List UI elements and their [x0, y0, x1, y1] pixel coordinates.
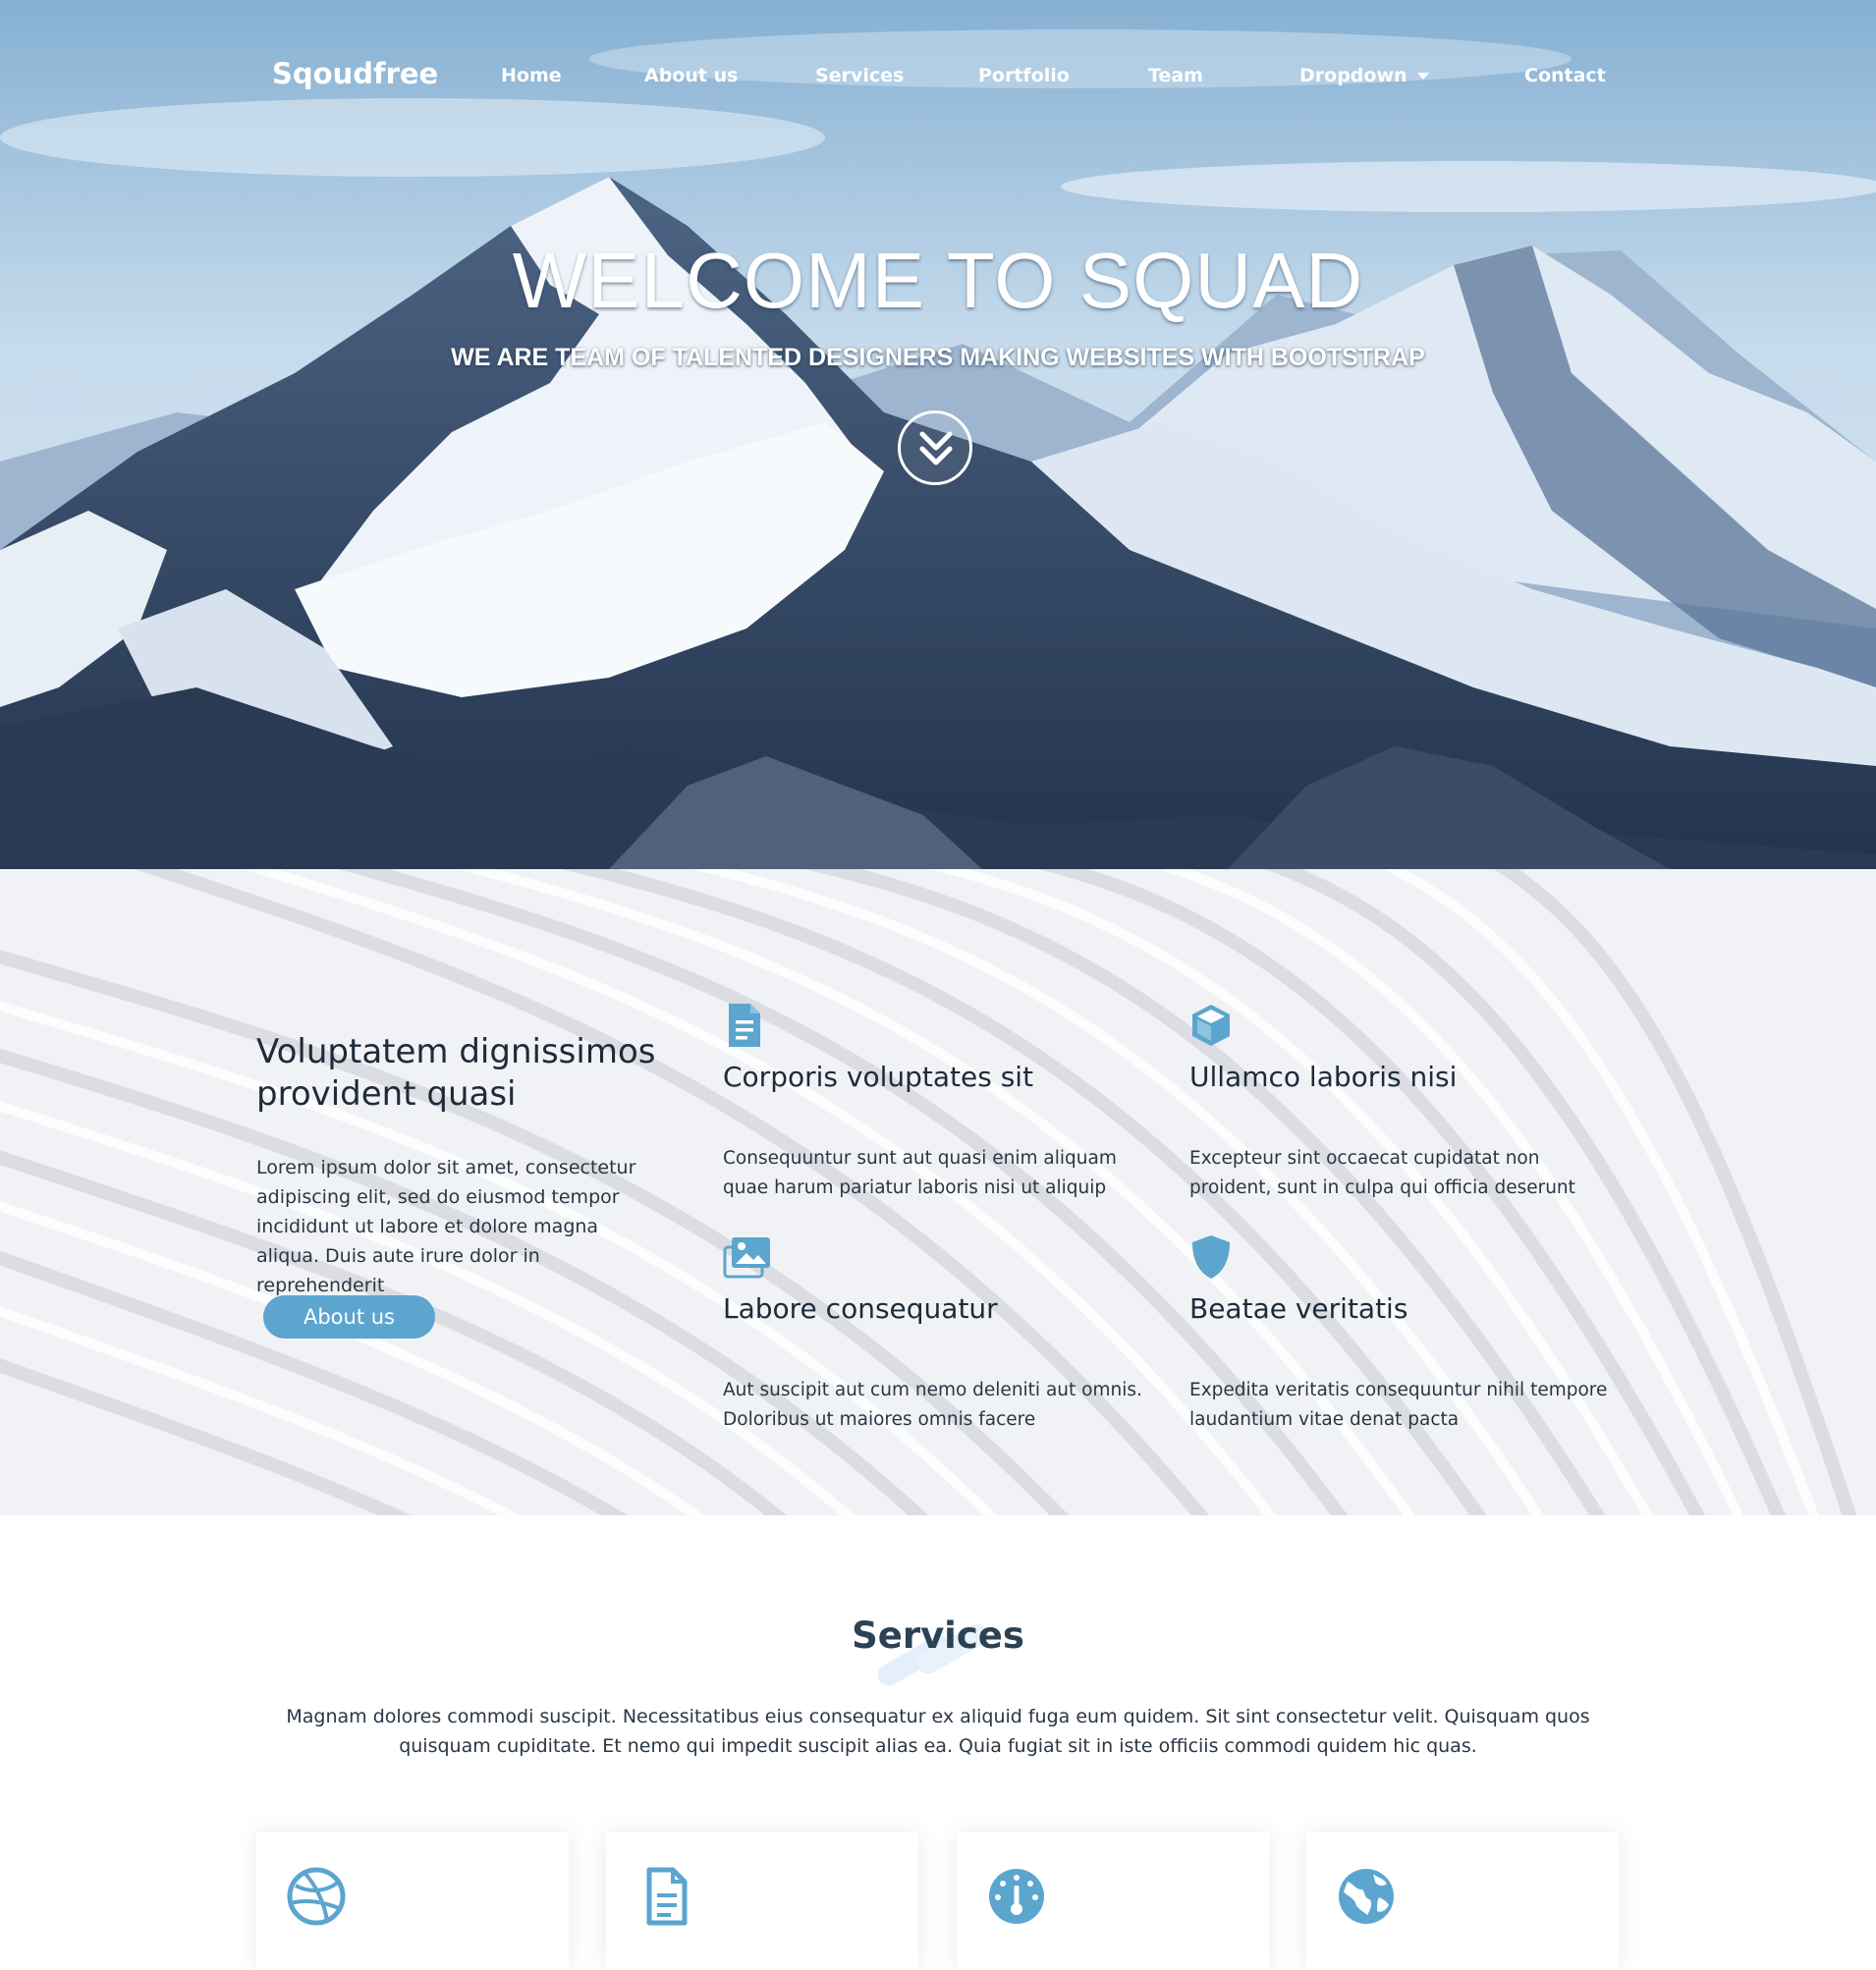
- dribbble-icon: [287, 1867, 346, 1926]
- nav-contact[interactable]: Contact: [1524, 65, 1606, 86]
- feature-text: Expedita veritatis consequuntur nihil te…: [1189, 1380, 1608, 1430]
- nav-dropdown-label: Dropdown: [1299, 65, 1407, 86]
- feature-title: Corporis voluptates sit: [723, 1061, 1034, 1093]
- document-icon: [729, 1004, 760, 1047]
- services-title: Services: [852, 1614, 1024, 1657]
- double-chevron-down-icon: [919, 431, 953, 465]
- nav-team[interactable]: Team: [1148, 65, 1203, 86]
- shield-icon: [1192, 1235, 1230, 1279]
- service-card[interactable]: [957, 1833, 1269, 1970]
- brand-logo[interactable]: Sqoudfree: [272, 57, 438, 90]
- feature-text: Consequuntur sunt aut quasi enim aliquam…: [723, 1148, 1117, 1198]
- service-card[interactable]: [606, 1833, 918, 1970]
- feature-text: Aut suscipit aut cum nemo deleniti aut o…: [723, 1380, 1142, 1430]
- service-card[interactable]: [1306, 1833, 1619, 1970]
- nav-services[interactable]: Services: [815, 65, 904, 86]
- hero-title: WELCOME TO SQUAD: [512, 237, 1364, 324]
- speedometer-icon: [989, 1869, 1044, 1924]
- about-title: Voluptatem dignissimos provident quasi: [256, 1032, 656, 1114]
- nav-dropdown[interactable]: Dropdown: [1299, 65, 1429, 86]
- top-navbar: Sqoudfree Home About us Services Portfol…: [0, 51, 1876, 104]
- cube-icon: [1192, 1005, 1230, 1046]
- feature-title: Ullamco laboris nisi: [1189, 1061, 1458, 1093]
- hero-section: Sqoudfree Home About us Services Portfol…: [0, 0, 1876, 869]
- feature-title: Beatae veritatis: [1189, 1292, 1408, 1325]
- about-section: Voluptatem dignissimos provident quasi L…: [0, 869, 1876, 1515]
- hero-subtitle: WE ARE TEAM OF TALENTED DESIGNERS MAKING…: [451, 344, 1425, 371]
- globe-icon: [1339, 1869, 1394, 1924]
- about-us-button[interactable]: About us: [263, 1295, 435, 1339]
- images-icon: [723, 1237, 770, 1279]
- caret-down-icon: [1416, 73, 1429, 80]
- feature-title: Labore consequatur: [723, 1292, 998, 1325]
- about-text: Lorem ipsum dolor sit amet, consectetur …: [256, 1157, 636, 1296]
- feature-text: Excepteur sint occaecat cupidatat non pr…: [1189, 1148, 1575, 1198]
- nav-portfolio[interactable]: Portfolio: [978, 65, 1070, 86]
- nav-home[interactable]: Home: [501, 65, 562, 86]
- nav-about-us[interactable]: About us: [644, 65, 738, 86]
- services-description: Magnam dolores commodi suscipit. Necessi…: [286, 1706, 1590, 1757]
- file-text-icon: [646, 1867, 688, 1926]
- scroll-down-button[interactable]: [898, 410, 972, 485]
- service-card[interactable]: [256, 1833, 569, 1970]
